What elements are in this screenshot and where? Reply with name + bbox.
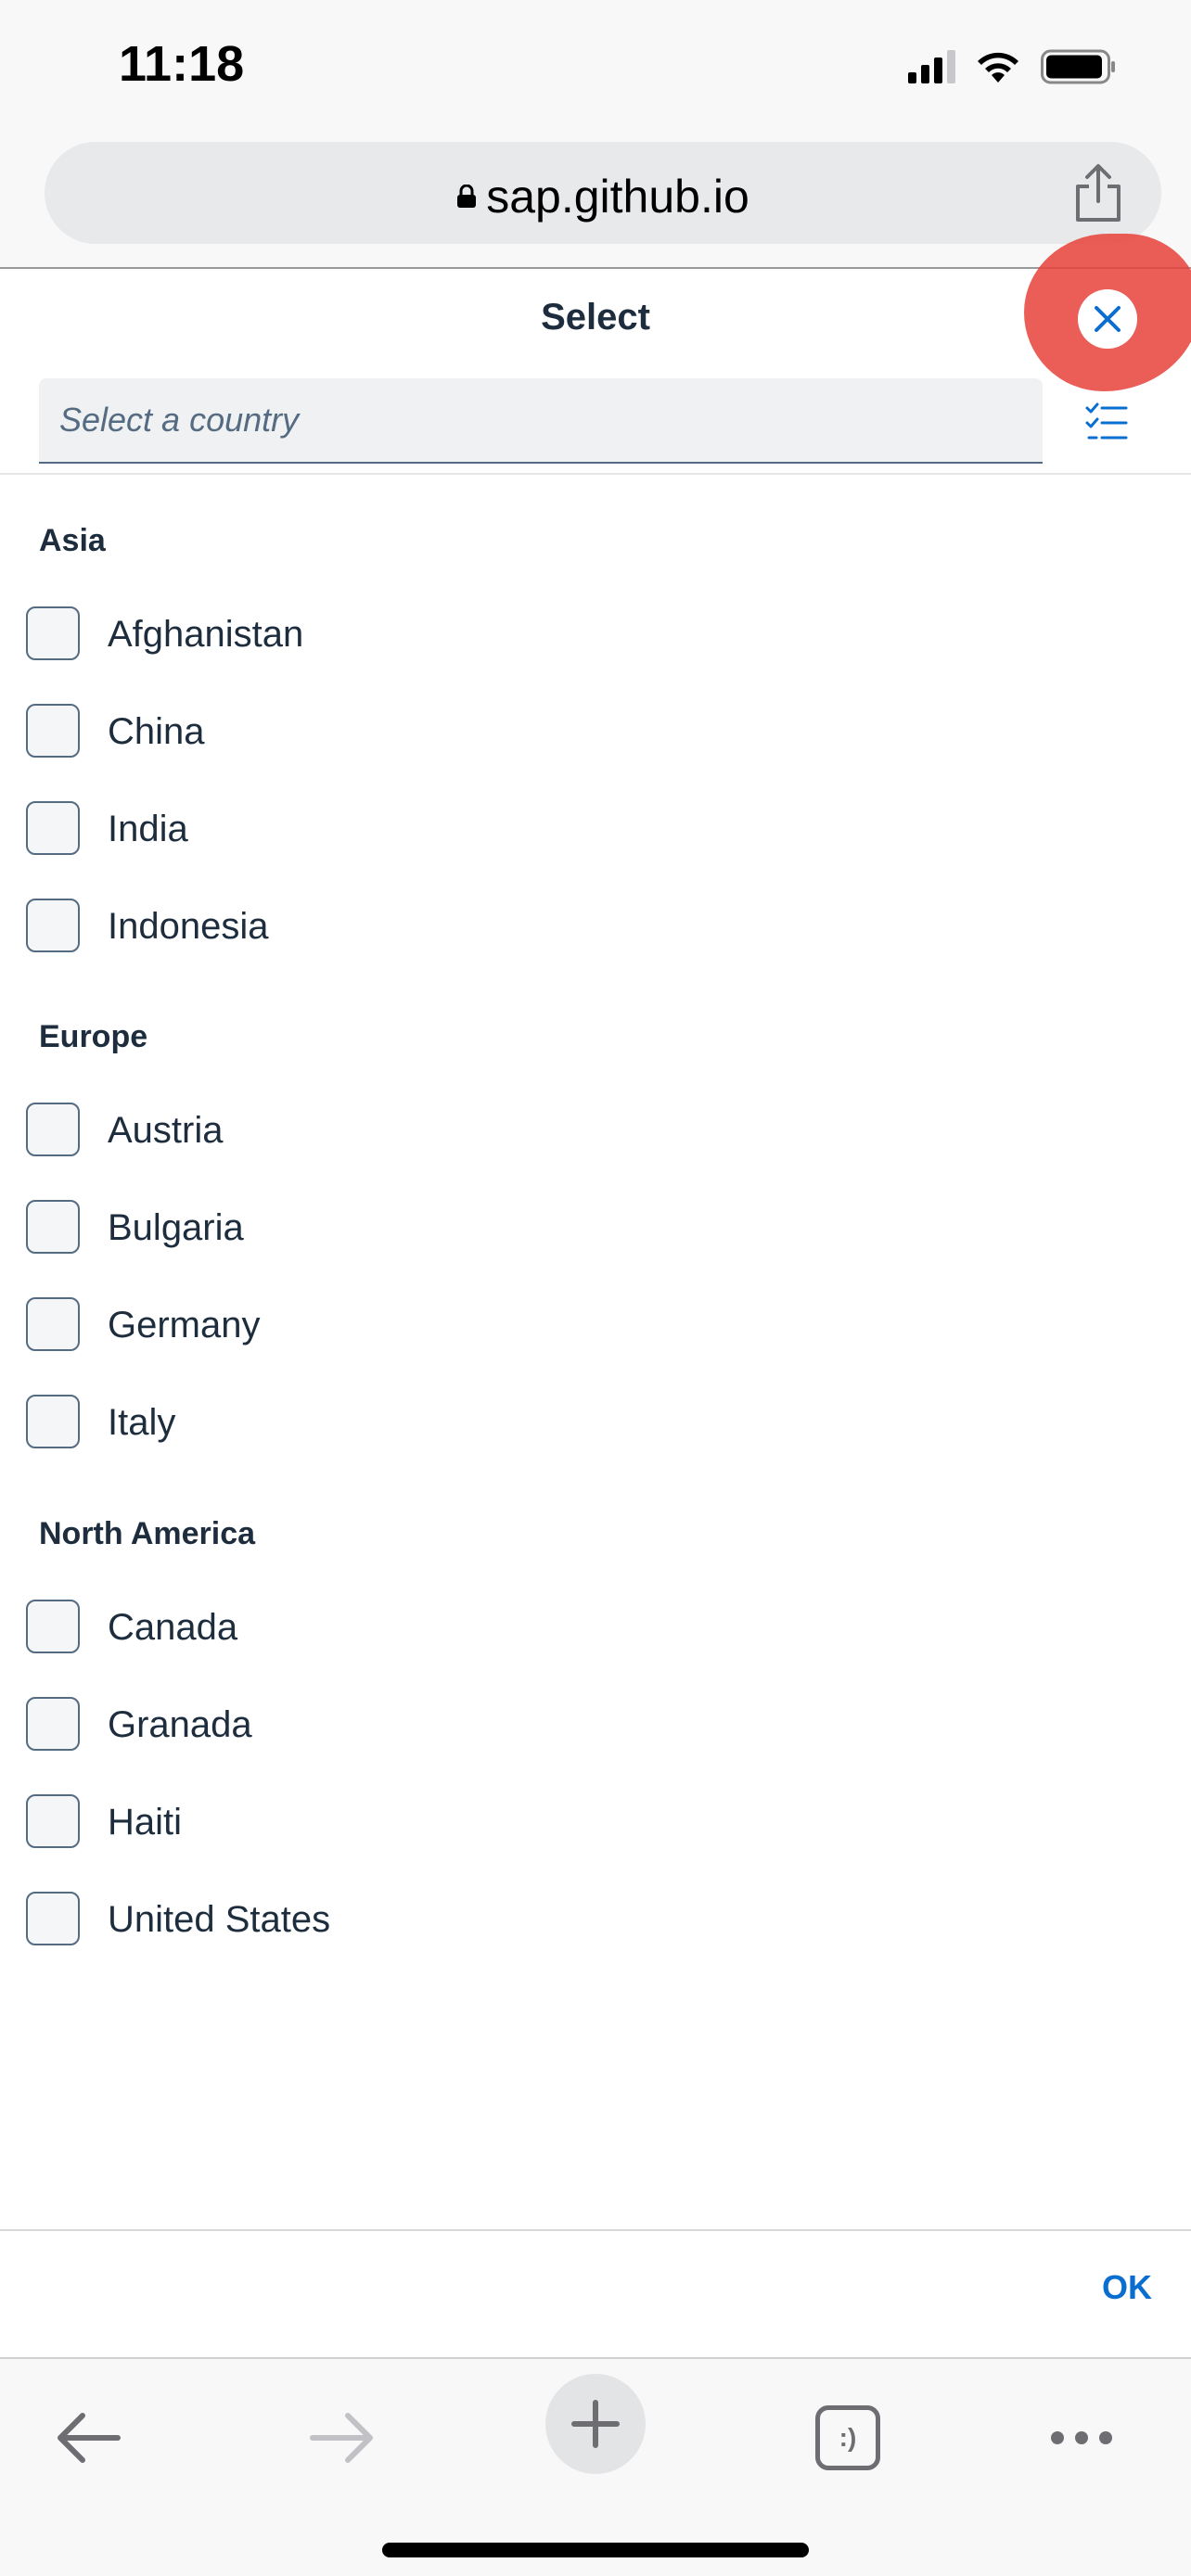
dialog-footer: OK (0, 2229, 1191, 2357)
list-item-united-states[interactable]: United States (0, 1871, 1191, 1968)
item-label: Canada (108, 1607, 238, 1648)
group-header-europe: Europe (39, 1019, 148, 1054)
country-search-input[interactable] (39, 378, 1043, 464)
list-item-germany[interactable]: Germany (0, 1277, 1191, 1373)
list-item-afghanistan[interactable]: Afghanistan (0, 586, 1191, 682)
list-item-india[interactable]: India (0, 781, 1191, 877)
multi-select-list-icon[interactable] (1085, 401, 1128, 443)
status-icons (908, 48, 1117, 85)
cellular-signal-icon (908, 50, 955, 83)
dialog-title: Select (541, 297, 650, 338)
item-label: Austria (108, 1110, 224, 1151)
list-item-haiti[interactable]: Haiti (0, 1774, 1191, 1870)
checkbox[interactable] (26, 801, 80, 855)
list-item-indonesia[interactable]: Indonesia (0, 878, 1191, 975)
status-time: 11:18 (119, 36, 245, 92)
item-label: China (108, 711, 205, 752)
checkbox[interactable] (26, 704, 80, 758)
item-label: Bulgaria (108, 1207, 244, 1248)
more-dots-icon (1051, 2431, 1112, 2444)
checkbox[interactable] (26, 1395, 80, 1448)
list-item-china[interactable]: China (0, 683, 1191, 780)
checkbox[interactable] (26, 606, 80, 660)
item-label: Granada (108, 1704, 252, 1745)
checkbox[interactable] (26, 1794, 80, 1848)
item-label: India (108, 809, 188, 849)
forward-button[interactable] (291, 2387, 393, 2489)
status-bar: 11:18 (0, 0, 1191, 134)
list-item-granada[interactable]: Granada (0, 1677, 1191, 1773)
list-item-canada[interactable]: Canada (0, 1579, 1191, 1676)
item-label: Afghanistan (108, 614, 304, 655)
new-tab-button[interactable] (545, 2374, 646, 2474)
list-item-bulgaria[interactable]: Bulgaria (0, 1180, 1191, 1276)
tabs-icon: :) (815, 2405, 880, 2470)
battery-icon (1041, 49, 1115, 84)
plus-icon (571, 2400, 620, 2448)
item-label: United States (108, 1899, 331, 1940)
browser-toolbar-bottom: :) (0, 2357, 1191, 2576)
address-text-wrap: sap.github.io (45, 170, 1161, 223)
checkbox[interactable] (26, 1697, 80, 1751)
more-button[interactable] (1031, 2387, 1133, 2489)
item-label: Italy (108, 1402, 176, 1443)
browser-toolbar-top: sap.github.io (0, 134, 1191, 269)
item-label: Haiti (108, 1802, 183, 1843)
close-button[interactable] (1078, 289, 1137, 349)
checkbox[interactable] (26, 1297, 80, 1351)
list-item-italy[interactable]: Italy (0, 1374, 1191, 1471)
close-icon (1095, 306, 1121, 332)
home-indicator (382, 2543, 809, 2557)
checkbox[interactable] (26, 899, 80, 952)
checkbox[interactable] (26, 1892, 80, 1945)
wifi-icon (978, 52, 1018, 83)
arrow-left-icon (58, 2413, 121, 2463)
group-header-north-america: North America (39, 1516, 256, 1551)
country-list: Asia Afghanistan China India Indonesia E… (0, 477, 1191, 2229)
tabs-button[interactable]: :) (797, 2387, 899, 2489)
checkbox[interactable] (26, 1200, 80, 1254)
checkbox[interactable] (26, 1600, 80, 1653)
tabs-label: :) (839, 2423, 857, 2452)
list-item-austria[interactable]: Austria (0, 1082, 1191, 1179)
group-header-asia: Asia (39, 523, 106, 558)
item-label: Indonesia (108, 906, 269, 947)
ok-button[interactable]: OK (1102, 2268, 1152, 2307)
checkbox[interactable] (26, 1103, 80, 1156)
back-button[interactable] (37, 2387, 139, 2489)
arrow-right-icon (310, 2413, 373, 2463)
dialog-header: Select (0, 234, 1191, 475)
address-bar[interactable]: sap.github.io (45, 142, 1161, 244)
url-text: sap.github.io (486, 171, 749, 223)
share-icon[interactable] (1070, 162, 1126, 223)
lock-icon (457, 184, 477, 208)
item-label: Germany (108, 1305, 261, 1345)
